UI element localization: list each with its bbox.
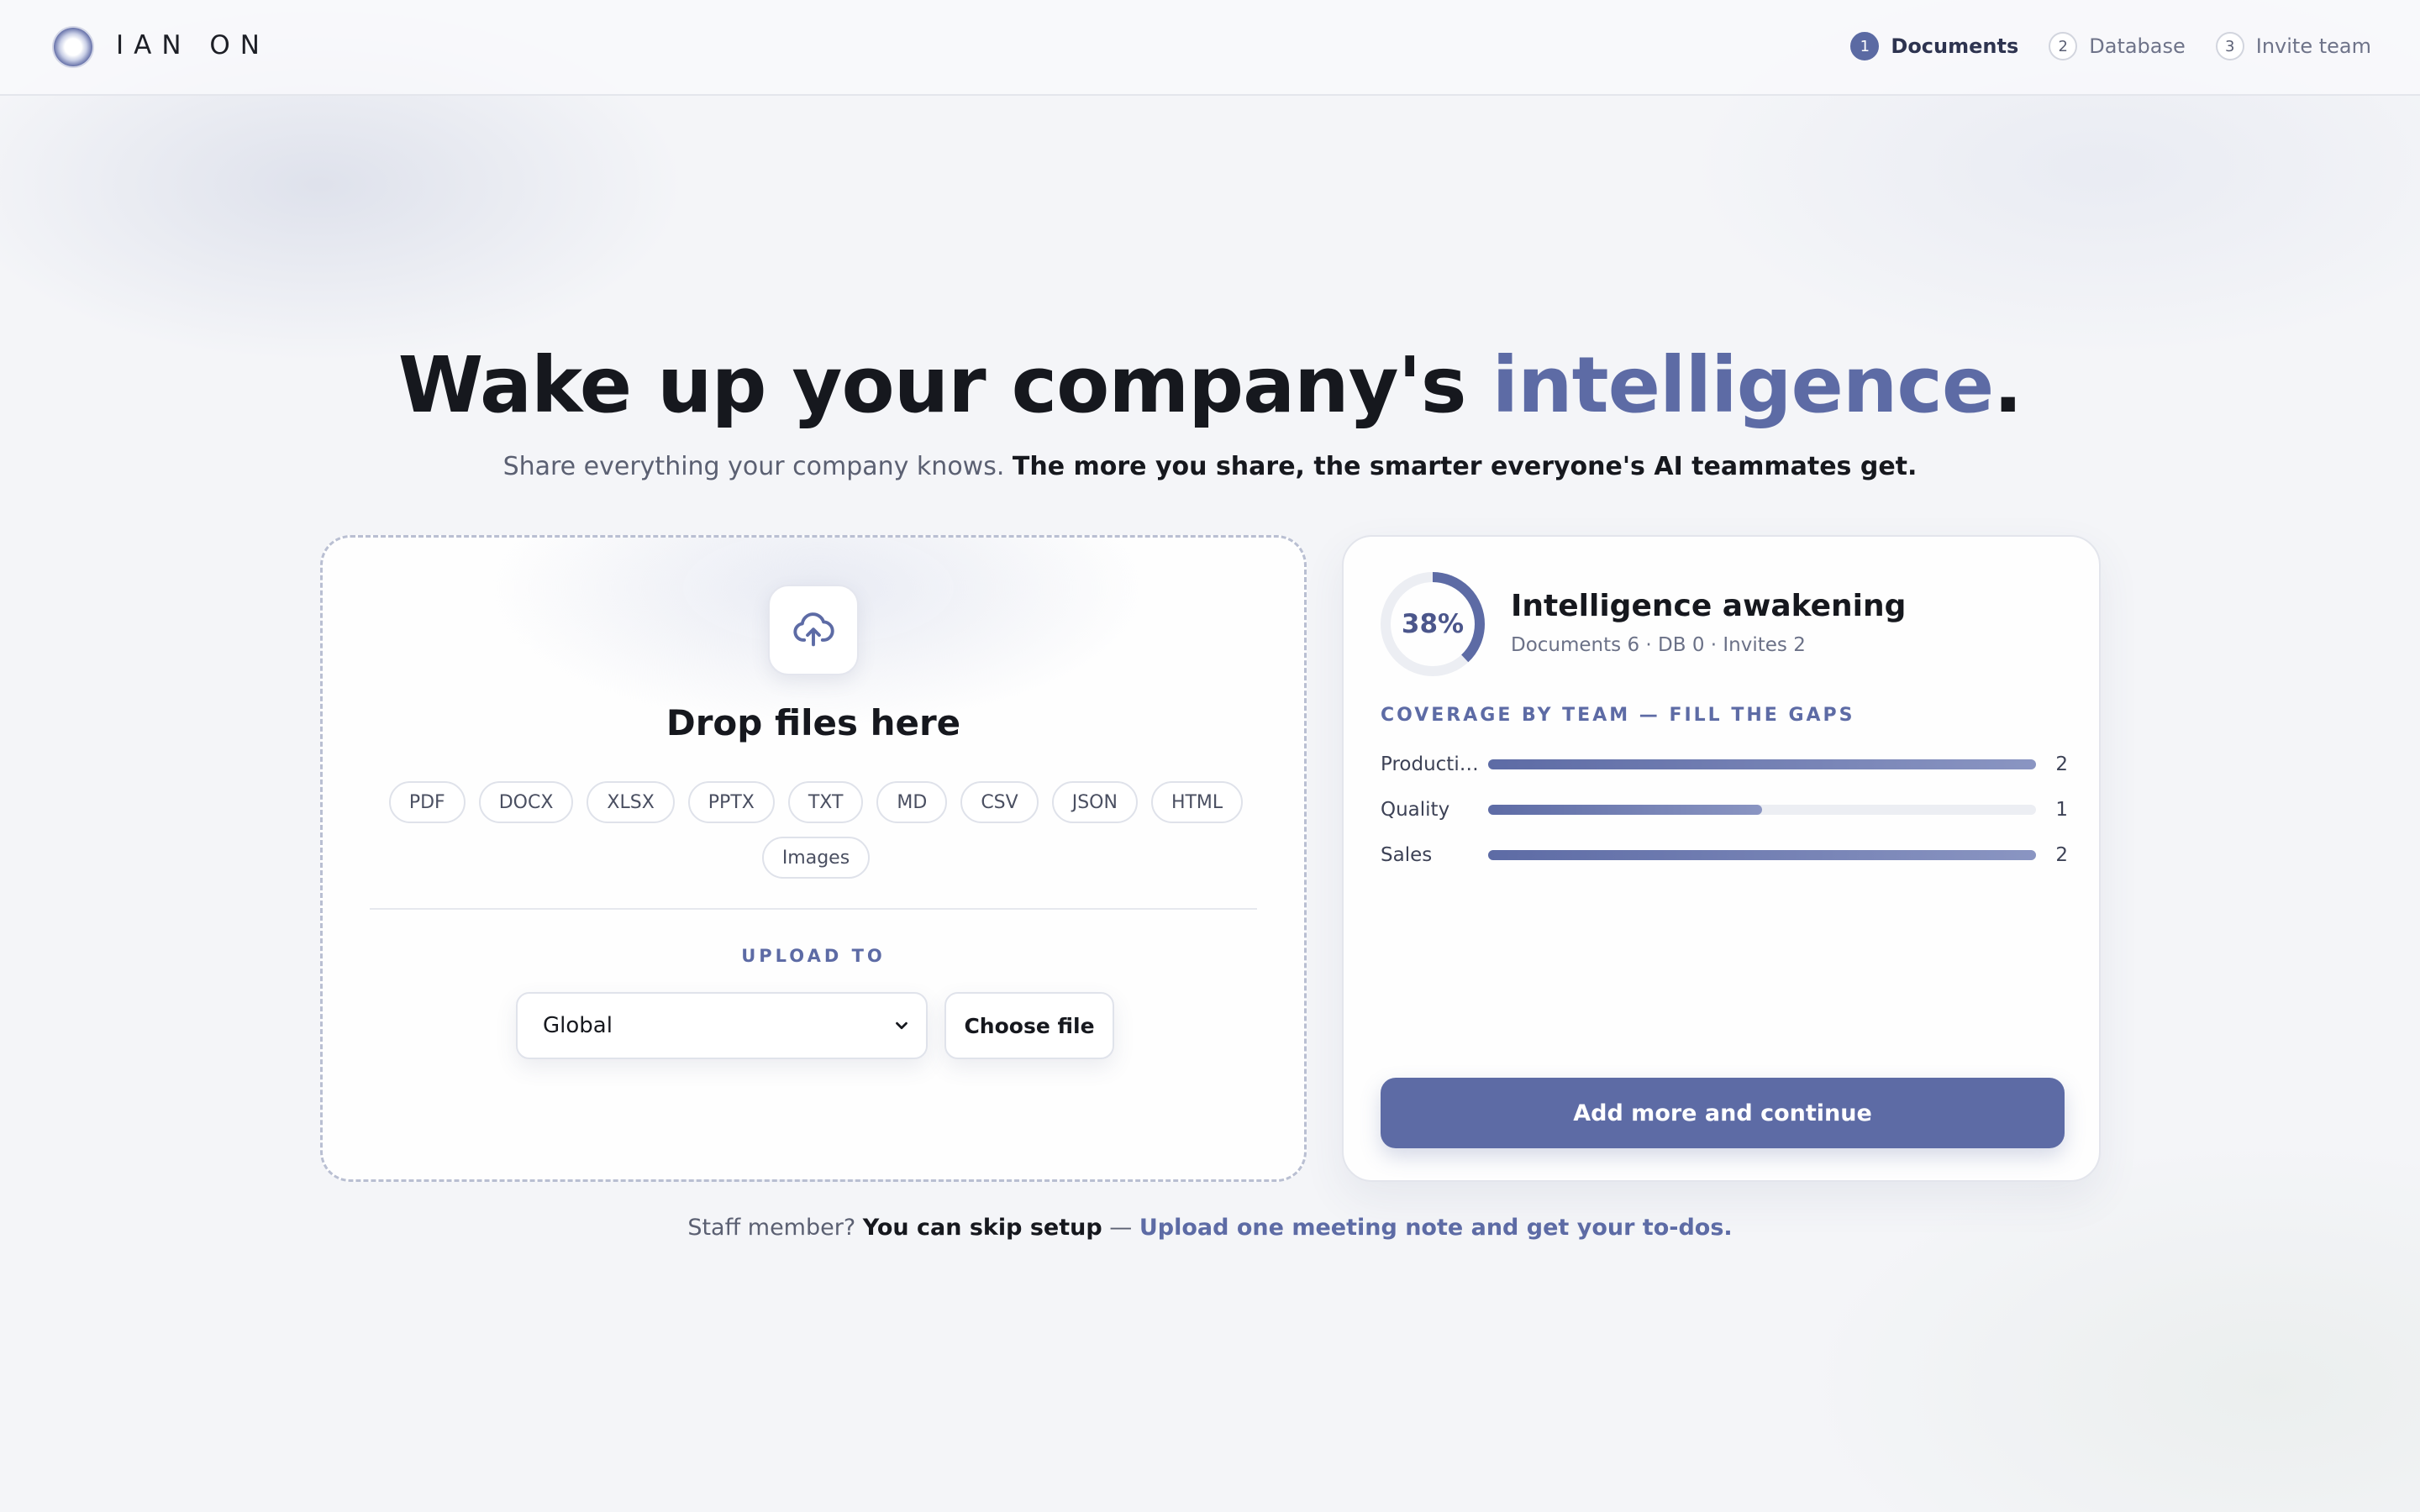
step-label: Invite team — [2255, 34, 2371, 58]
title-accent: intelligence — [1491, 340, 1995, 430]
choose-file-button[interactable]: Choose file — [944, 992, 1114, 1059]
file-type-chip: JSON — [1051, 781, 1138, 823]
top-bar: IAN ON 1 Documents 2 Database 3 Invite t… — [0, 0, 2420, 96]
footer-plain: Staff member? — [687, 1215, 863, 1241]
file-type-chip: PPTX — [687, 781, 775, 823]
add-more-continue-button[interactable]: Add more and continue — [1381, 1078, 2065, 1148]
team-coverage-fill — [1488, 805, 1762, 815]
subtitle-plain: Share everything your company knows. — [502, 452, 1013, 481]
step-number: 2 — [2049, 32, 2078, 60]
step-invite-team[interactable]: 3 Invite team — [2215, 32, 2371, 60]
drop-title: Drop files here — [666, 702, 961, 743]
intelligence-progress-card: 38% Intelligence awakening Documents 6 ·… — [1342, 535, 2101, 1182]
file-drop-zone[interactable]: Drop files here PDF DOCX XLSX PPTX TXT M… — [320, 535, 1307, 1182]
step-documents[interactable]: 1 Documents — [1850, 32, 2018, 60]
destination-value: Global — [543, 1013, 613, 1038]
footer-separator: — — [1102, 1215, 1139, 1241]
title-end: . — [1993, 340, 2023, 430]
team-coverage-bar — [1488, 805, 2036, 815]
staff-skip-note: Staff member? You can skip setup — Uploa… — [0, 1215, 2420, 1241]
file-type-chip: CSV — [960, 781, 1039, 823]
subtitle-strong: The more you share, the smarter everyone… — [1012, 452, 1918, 481]
step-number: 3 — [2215, 32, 2244, 60]
team-name: Sales — [1381, 844, 1433, 866]
step-database[interactable]: 2 Database — [2049, 32, 2186, 60]
chevron-down-icon — [896, 1021, 908, 1030]
footer-strong: You can skip setup — [862, 1215, 1102, 1241]
coverage-label: COVERAGE BY TEAM — FILL THE GAPS — [1381, 705, 1855, 726]
destination-select[interactable]: Global — [516, 992, 928, 1059]
team-count: 1 — [2055, 799, 2068, 821]
team-coverage-bar — [1488, 850, 2036, 860]
file-type-chip: MD — [876, 781, 948, 823]
team-row-sales: Sales 2 — [1381, 840, 2068, 870]
upload-meeting-note-link[interactable]: Upload one meeting note and get your to-… — [1139, 1215, 1733, 1241]
progress-ring: 38% — [1379, 570, 1486, 678]
step-label: Database — [2089, 34, 2186, 58]
title-main: Wake up your company's — [397, 340, 1492, 430]
team-count: 2 — [2055, 753, 2068, 775]
setup-steps: 1 Documents 2 Database 3 Invite team — [1820, 32, 2371, 60]
page-title: Wake up your company's intelligence. — [0, 340, 2420, 430]
logo-orb-icon — [54, 28, 92, 66]
team-name: Producti… — [1381, 753, 1479, 775]
card-title: Intelligence awakening — [1511, 589, 1907, 623]
upload-icon-box — [768, 585, 859, 675]
file-type-chip: HTML — [1150, 781, 1244, 823]
team-name: Quality — [1381, 799, 1450, 821]
step-number: 1 — [1850, 32, 1880, 60]
card-stats: Documents 6 · DB 0 · Invites 2 — [1511, 634, 1806, 656]
file-type-chips: PDF DOCX XLSX PPTX TXT MD CSV JSON HTML … — [381, 781, 1250, 892]
brand-name: IAN ON — [116, 30, 270, 60]
file-type-chip: XLSX — [587, 781, 675, 823]
step-label: Documents — [1891, 34, 2019, 58]
divider — [370, 908, 1257, 910]
file-type-chip: Images — [761, 837, 871, 879]
team-coverage-fill — [1488, 850, 2036, 860]
team-row-production: Producti… 2 — [1381, 749, 2068, 780]
upload-to-label: UPLOAD TO — [741, 946, 886, 966]
cloud-upload-icon — [793, 612, 834, 647]
file-type-chip: TXT — [787, 781, 864, 823]
file-type-chip: PDF — [388, 781, 466, 823]
team-row-quality: Quality 1 — [1381, 795, 2068, 825]
progress-percent: 38% — [1401, 609, 1465, 639]
team-count: 2 — [2055, 844, 2068, 866]
team-coverage-bar — [1488, 759, 2036, 769]
team-coverage-fill — [1488, 759, 2036, 769]
page-subtitle: Share everything your company knows. The… — [0, 452, 2420, 481]
file-type-chip: DOCX — [478, 781, 574, 823]
